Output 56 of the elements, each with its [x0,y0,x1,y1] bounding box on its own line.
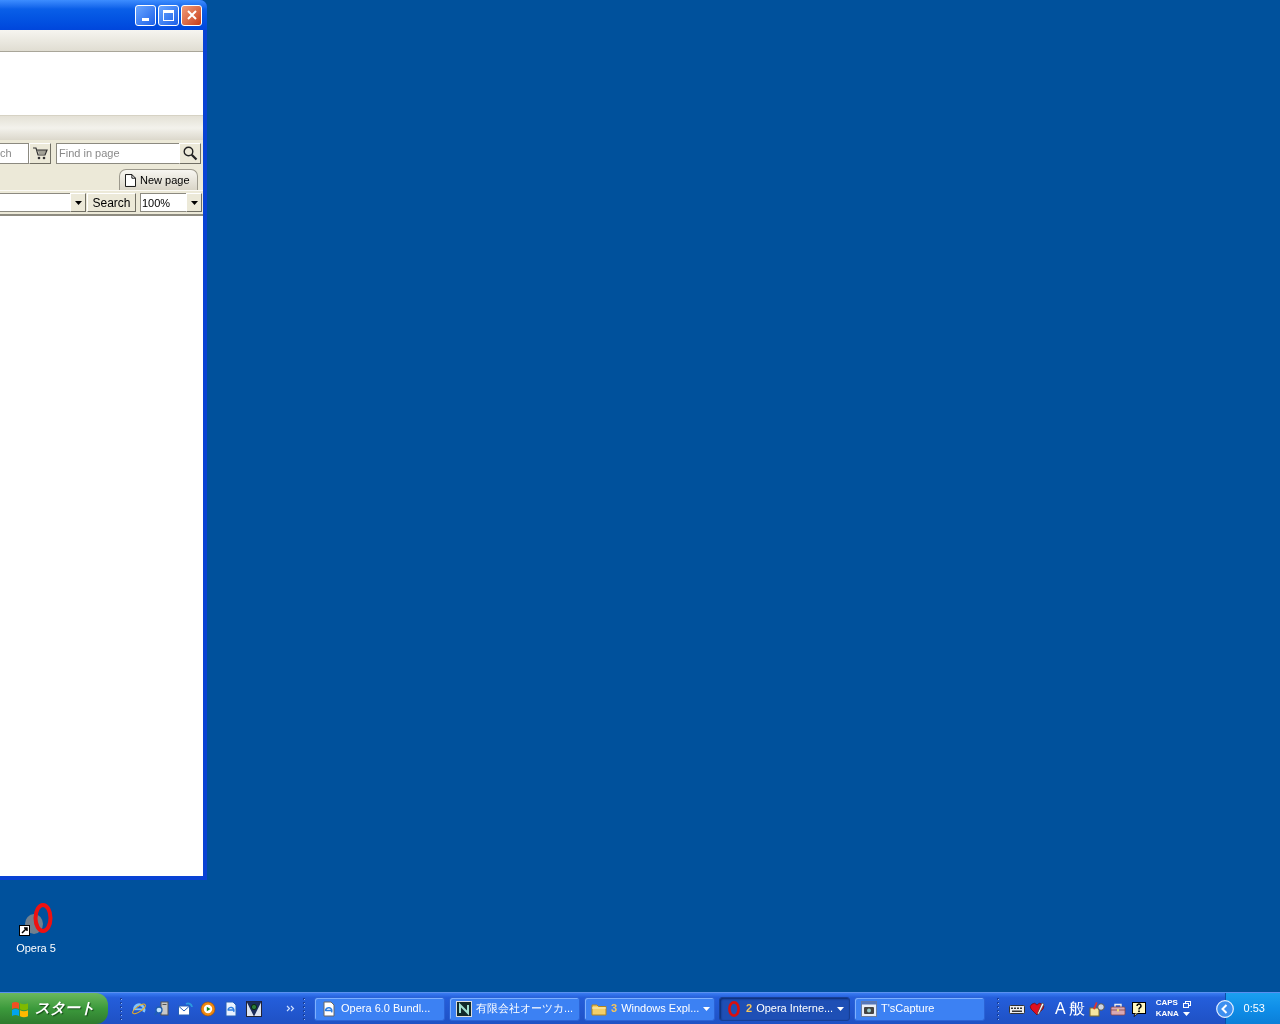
taskbar-button[interactable]: Opera 6.0 Bundl... [314,996,445,1021]
computer-search-icon[interactable] [154,1000,170,1017]
cart-button[interactable] [29,142,51,164]
search-icon [182,145,198,161]
taskbar-button[interactable]: 2 Opera Interne... [719,996,850,1021]
clock[interactable]: 0:53 [1243,1000,1265,1017]
chevron-left-icon[interactable] [1216,999,1234,1018]
input-mode-indicator[interactable]: A [1055,1000,1066,1017]
heart-pen-icon[interactable] [1029,1000,1045,1017]
web-page-icon [321,1000,337,1017]
tile-logo-icon [456,1000,472,1017]
start-button[interactable]: スタート [0,993,108,1024]
restore-window-icon[interactable] [1182,1001,1191,1008]
close-button[interactable] [181,4,202,26]
picture-tile-icon[interactable] [246,1000,262,1017]
caret-down-icon [703,1006,711,1011]
maximize-icon [163,9,174,21]
ring-logo-icon [726,1000,742,1017]
paint-tools-icon[interactable] [1088,1000,1105,1017]
address-field[interactable] [0,193,70,212]
double-chevron-icon[interactable] [286,1005,295,1012]
lock-key-indicator: CAPS [1155,999,1179,1007]
close-icon [186,10,197,20]
caret-down-icon [190,200,198,205]
minimize-icon [142,17,149,21]
taskbar-button[interactable]: 3 Windows Expl... [584,996,715,1021]
envelope-icon[interactable] [177,1000,193,1017]
zoom-field[interactable]: 100% [140,193,186,212]
search-field[interactable]: ch [0,142,29,164]
web-page-icon[interactable] [223,1000,239,1017]
camera-window-icon [861,1000,877,1017]
desktop-shortcut[interactable]: Opera 5 [6,902,66,957]
search-button[interactable]: Search [87,193,136,212]
grip-icon[interactable] [303,997,306,1020]
grip-icon[interactable] [997,997,1000,1020]
shortcut-arrow-icon [19,925,30,936]
find-field[interactable]: Find in page [56,142,179,164]
search-button[interactable] [179,142,201,164]
taskbar-button[interactable]: 有限会社オーツカ... [449,996,580,1021]
grip-icon[interactable] [120,997,123,1020]
new-page-tab[interactable]: New page [119,169,198,190]
dropdown-button[interactable] [186,193,202,212]
browser-logo-icon[interactable] [131,1000,147,1017]
dropdown-button[interactable] [70,193,86,212]
document-icon [125,173,136,187]
conversion-mode-indicator[interactable]: 般 [1068,1000,1085,1017]
taskbar-button[interactable]: T'sCapture [854,996,985,1021]
minimize-button[interactable] [135,4,156,26]
play-circle-icon[interactable] [200,1000,216,1017]
caret-down-icon [74,200,82,205]
caret-down-icon [837,1006,845,1011]
cart-icon [32,145,48,161]
lock-key-indicator: KANA [1155,1010,1179,1018]
caret-down-icon[interactable] [1182,1012,1190,1016]
help-icon[interactable] [1130,1000,1147,1017]
maximize-button[interactable] [158,4,179,26]
